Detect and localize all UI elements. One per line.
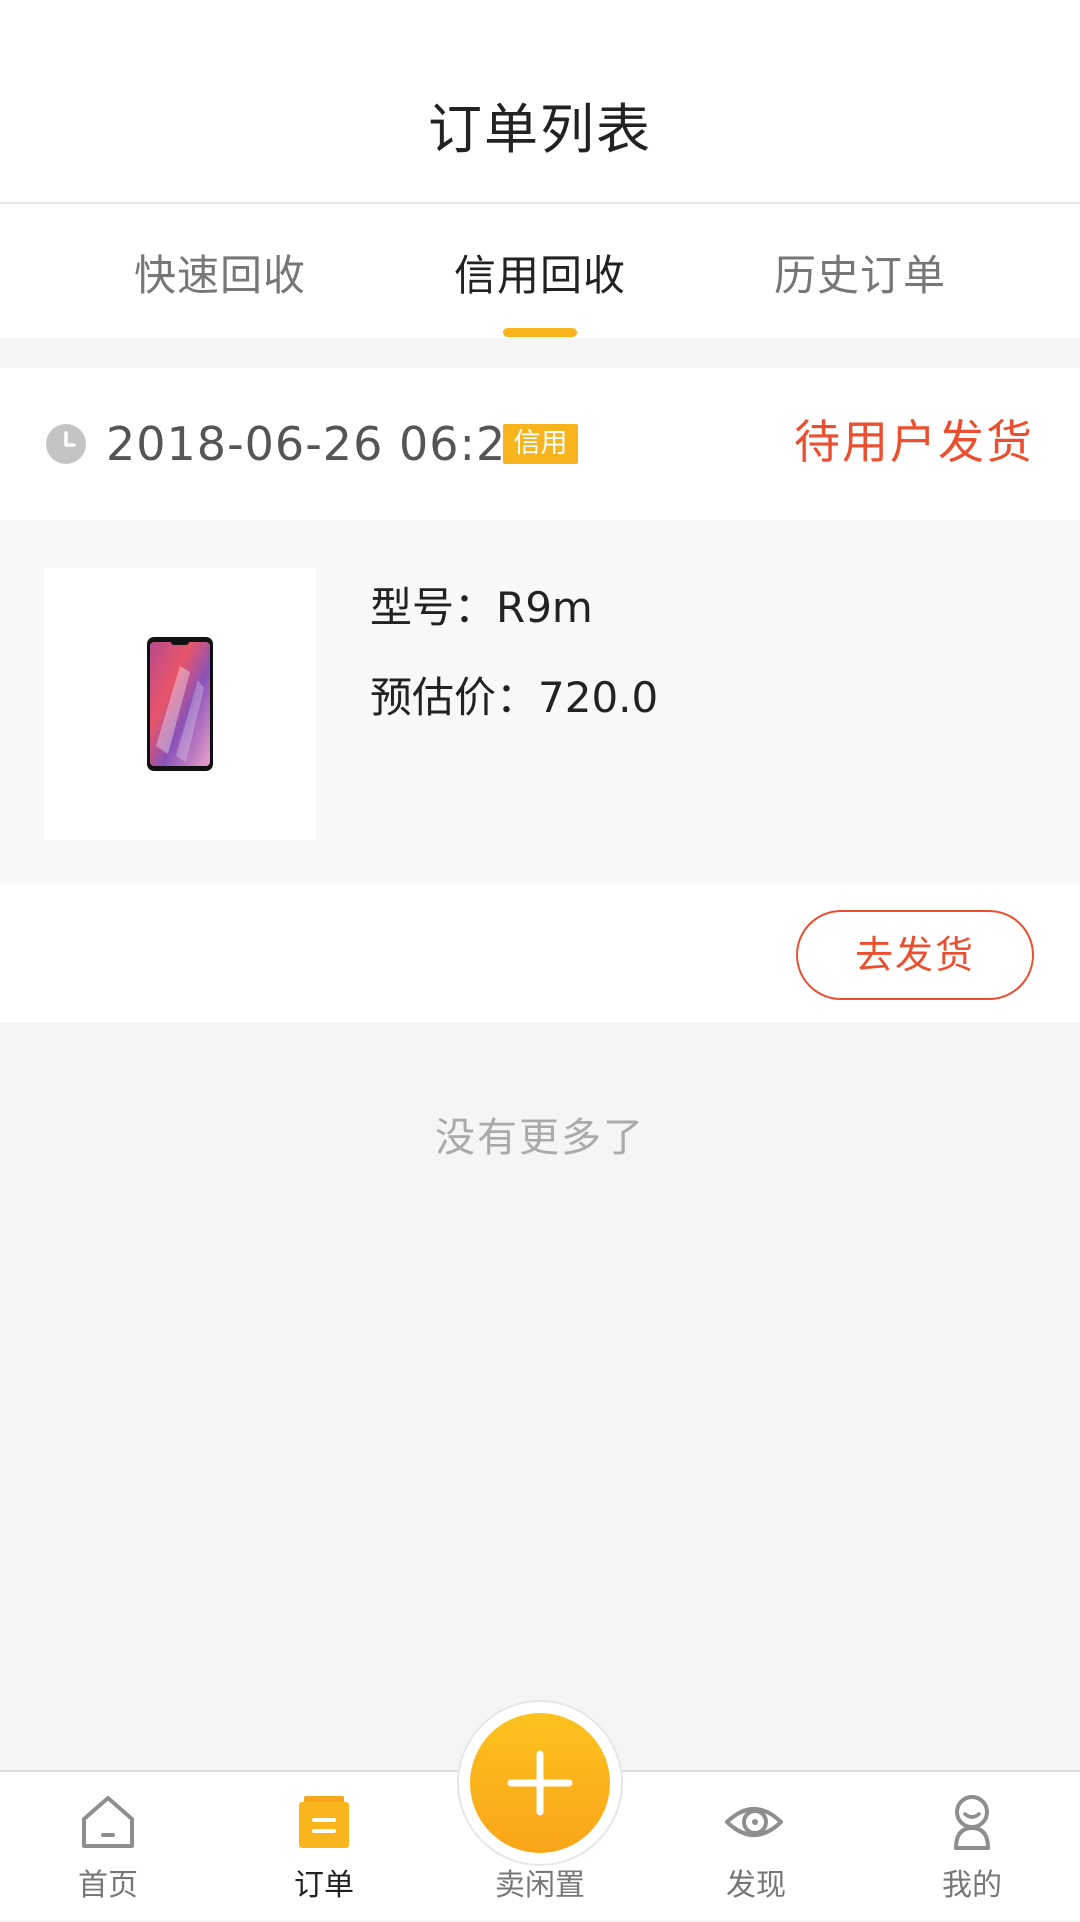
- model-line: 型号：R9m: [370, 580, 593, 636]
- model-value: R9m: [496, 583, 593, 632]
- sell-idle-button[interactable]: [470, 1713, 610, 1853]
- ship-button[interactable]: 去发货: [796, 910, 1034, 1000]
- tab-credit-recycle[interactable]: 信用回收: [410, 248, 670, 304]
- nav-orders[interactable]: 订单: [216, 1772, 432, 1922]
- model-label: 型号：: [370, 583, 497, 632]
- price-label: 预估价：: [370, 673, 539, 722]
- smartphone-icon: [147, 637, 213, 771]
- nav-discover[interactable]: 发现: [648, 1772, 864, 1922]
- nav-orders-label: 订单: [294, 1868, 354, 1903]
- order-card-footer: 去发货: [0, 884, 1080, 1022]
- home-icon: [82, 1796, 134, 1848]
- order-tabs: 快速回收 信用回收 历史订单: [0, 204, 1080, 338]
- eye-icon: [725, 1807, 783, 1837]
- order-icon: [299, 1796, 349, 1848]
- clock-icon: [46, 424, 86, 464]
- order-timestamp: 2018-06-26 06:21: [106, 417, 537, 471]
- order-card-body[interactable]: 型号：R9m 预估价：720.0: [0, 520, 1080, 884]
- profile-icon: [954, 1795, 990, 1850]
- nav-sell-idle-label: 卖闲置: [495, 1868, 585, 1903]
- order-status: 待用户发货: [794, 415, 1034, 469]
- credit-badge: 信用: [503, 424, 578, 464]
- active-tab-indicator: [503, 328, 577, 337]
- nav-mine[interactable]: 我的: [864, 1772, 1080, 1922]
- header-bar: 订单列表: [0, 0, 1080, 204]
- nav-home-label: 首页: [78, 1868, 138, 1903]
- nav-mine-label: 我的: [942, 1868, 1002, 1903]
- plus-icon: [507, 1750, 573, 1816]
- tab-quick-recycle[interactable]: 快速回收: [90, 248, 350, 304]
- product-image: [44, 568, 316, 840]
- nav-discover-label: 发现: [726, 1868, 786, 1903]
- page-title: 订单列表: [428, 98, 652, 161]
- tab-history-orders[interactable]: 历史订单: [730, 248, 990, 304]
- price-value: 720.0: [538, 673, 659, 722]
- order-card-header: 2018-06-26 06:21 信用 待用户发货: [0, 368, 1080, 520]
- list-end-text: 没有更多了: [435, 1115, 645, 1161]
- price-line: 预估价：720.0: [370, 670, 658, 726]
- nav-home[interactable]: 首页: [0, 1772, 216, 1922]
